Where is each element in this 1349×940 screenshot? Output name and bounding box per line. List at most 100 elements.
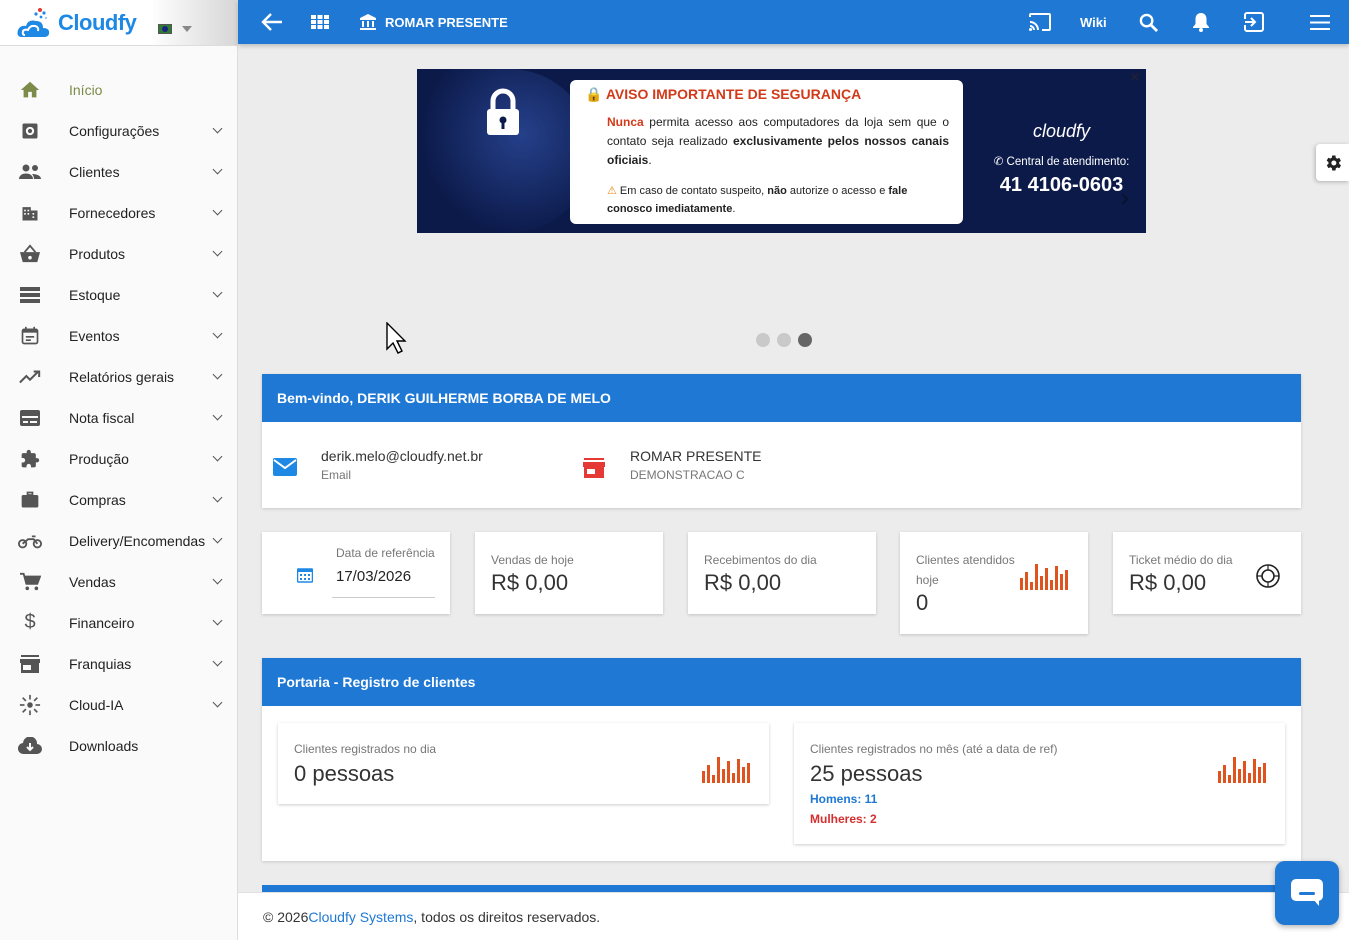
sidebar-item-configuracoes[interactable]: Configurações — [0, 110, 237, 151]
chevron-down-icon — [212, 697, 223, 708]
brazil-flag-icon[interactable] — [158, 24, 172, 34]
support-label-text: Central de atendimento: — [1006, 156, 1130, 168]
brand-name: Cloudfy — [58, 9, 137, 35]
clients-day-label: Clientes registrados no dia — [294, 742, 437, 756]
banner-contact: cloudfy ✆ Central de atendimento: 41 410… — [977, 69, 1146, 233]
chevron-down-icon — [212, 451, 223, 462]
sidebar-item-produtos[interactable]: Produtos — [0, 233, 237, 274]
sidebar-item-clientes[interactable]: Clientes — [0, 151, 237, 192]
cast-icon — [1029, 13, 1051, 31]
exit-icon — [1244, 12, 1264, 32]
chat-icon — [1291, 879, 1323, 906]
welcome-panel: Bem-vindo, DERIK GUILHERME BORBA DE MELO… — [262, 374, 1301, 508]
clients-served-label-line2: hoje — [916, 573, 939, 587]
sidebar-item-downloads[interactable]: Downloads — [0, 725, 237, 766]
clients-served-label: Clientes atendidos hoje — [916, 550, 1015, 590]
chevron-down-icon — [212, 615, 223, 626]
store-subtitle: DEMONSTRACAO C — [630, 468, 745, 482]
cast-button[interactable] — [1028, 0, 1052, 44]
receipt-icon — [18, 406, 42, 430]
cart-icon — [18, 570, 42, 594]
settings-icon — [18, 119, 42, 143]
sidebar-item-label: Eventos — [69, 327, 120, 344]
calendar-icon — [297, 568, 313, 583]
main-content: 🔒 AVISO IMPORTANTE DE SEGURANÇA Nunca pe… — [238, 44, 1349, 892]
receipts-value: R$ 0,00 — [704, 570, 782, 595]
bar-chart-icon — [1020, 562, 1068, 590]
men-count: Homens: 11 — [810, 792, 878, 806]
sidebar-item-nota-fiscal[interactable]: Nota fiscal — [0, 397, 237, 438]
footer-company-link[interactable]: Cloudfy Systems — [308, 909, 413, 925]
logout-button[interactable] — [1243, 0, 1265, 44]
sidebar-item-franquias[interactable]: Franquias — [0, 643, 237, 684]
back-button[interactable] — [260, 0, 284, 44]
store-name: ROMAR PRESENTE — [630, 448, 762, 464]
notice-paragraph-1: Nunca permita acesso aos computadores da… — [607, 113, 949, 170]
language-dropdown-icon[interactable] — [182, 26, 192, 32]
sidebar-item-cloud-ia[interactable]: Cloud-IA — [0, 684, 237, 725]
portaria-heading: Portaria - Registro de clientes — [262, 658, 1301, 706]
lock-emoji-icon: 🔒 — [585, 86, 603, 102]
carousel-dot-2[interactable] — [777, 333, 791, 347]
footer-suffix: , todos os direitos reservados. — [413, 908, 601, 925]
store-title: ROMAR PRESENTE — [385, 14, 508, 30]
ref-date-input[interactable]: 17/03/2026 — [332, 564, 435, 598]
building-icon — [18, 201, 42, 225]
sidebar-item-relatorios[interactable]: Relatórios gerais — [0, 356, 237, 397]
footer: © 2026 Cloudfy Systems , todos os direit… — [238, 892, 1349, 940]
carousel-dot-1[interactable] — [756, 333, 770, 347]
grid-icon — [311, 15, 329, 29]
basket-icon — [18, 242, 42, 266]
notice-title-text: AVISO IMPORTANTE DE SEGURANÇA — [605, 86, 862, 102]
chevron-down-icon — [212, 574, 223, 585]
receipts-card: Recebimentos do dia R$ 0,00 — [688, 532, 876, 614]
support-phone: 41 4106-0603 — [999, 174, 1124, 196]
bar-chart-icon — [702, 755, 750, 783]
security-banner[interactable]: 🔒 AVISO IMPORTANTE DE SEGURANÇA Nunca pe… — [417, 69, 1146, 233]
cloudfy-logo-icon — [17, 7, 50, 37]
sidebar-item-financeiro[interactable]: $ Financeiro — [0, 602, 237, 643]
security-notice-card: 🔒 AVISO IMPORTANTE DE SEGURANÇA Nunca pe… — [570, 80, 963, 224]
chevron-down-icon — [212, 246, 223, 257]
wiki-link[interactable]: Wiki — [1080, 0, 1107, 44]
carousel-dot-3[interactable] — [798, 333, 812, 347]
search-icon — [1139, 13, 1158, 32]
arrow-left-icon — [261, 13, 282, 31]
avg-ticket-value: R$ 0,00 — [1129, 570, 1207, 595]
chevron-down-icon — [212, 164, 223, 175]
brand-header: Cloudfy — [0, 0, 237, 46]
settings-side-button[interactable] — [1316, 144, 1349, 181]
sidebar-item-eventos[interactable]: Eventos — [0, 315, 237, 356]
sidebar-item-compras[interactable]: Compras — [0, 479, 237, 520]
briefcase-icon — [18, 488, 42, 512]
email-label: Email — [321, 468, 352, 482]
cloud-download-icon — [18, 734, 42, 758]
clients-day-value: 0 pessoas — [294, 761, 395, 786]
store-selector[interactable]: ROMAR PRESENTE — [360, 0, 508, 44]
notifications-button[interactable] — [1192, 0, 1210, 44]
sidebar-item-vendas[interactable]: Vendas — [0, 561, 237, 602]
close-icon[interactable]: ✕ — [1129, 69, 1141, 86]
chat-button[interactable] — [1275, 861, 1339, 925]
avg-ticket-card: Ticket médio do dia R$ 0,00 — [1113, 532, 1301, 614]
sidebar-item-inicio[interactable]: Início — [0, 69, 237, 110]
sidebar-item-label: Produtos — [69, 245, 126, 262]
sidebar-item-label: Produção — [69, 450, 129, 467]
chevron-down-icon — [212, 287, 223, 298]
ai-sparkle-icon — [18, 693, 42, 717]
warning-icon: ⚠ — [607, 185, 617, 197]
sidebar-item-producao[interactable]: Produção — [0, 438, 237, 479]
sidebar-item-delivery[interactable]: Delivery/Encomendas — [0, 520, 237, 561]
chevron-down-icon — [212, 123, 223, 134]
sidebar-item-fornecedores[interactable]: Fornecedores — [0, 192, 237, 233]
apps-grid-button[interactable] — [310, 0, 330, 44]
sidebar-item-label: Configurações — [69, 122, 160, 139]
portaria-panel: Portaria - Registro de clientes Clientes… — [262, 658, 1301, 861]
hamburger-menu-button[interactable] — [1310, 0, 1330, 44]
sales-today-value: R$ 0,00 — [491, 570, 569, 595]
notice-text-end: . — [732, 203, 736, 215]
sidebar-item-estoque[interactable]: Estoque — [0, 274, 237, 315]
search-button[interactable] — [1138, 0, 1158, 44]
notice-text: autorize o acesso e — [786, 185, 889, 197]
clients-day-card: Clientes registrados no dia 0 pessoas — [278, 723, 769, 804]
